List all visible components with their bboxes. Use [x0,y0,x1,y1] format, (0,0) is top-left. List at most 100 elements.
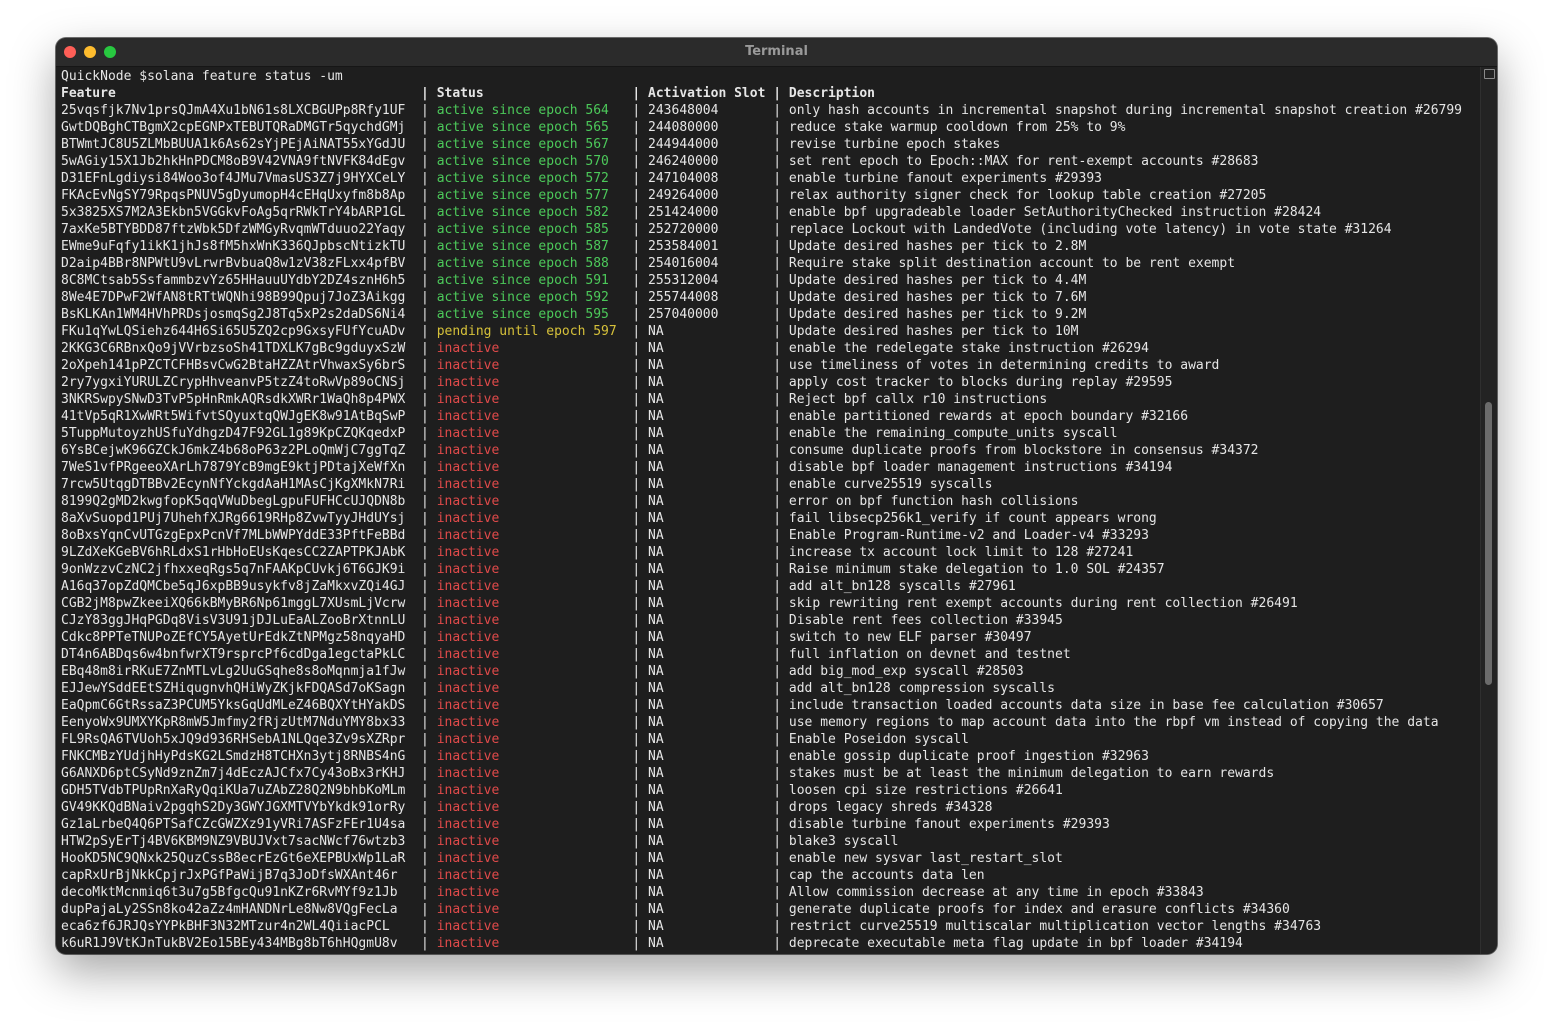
column-separator: | [765,409,789,424]
table-row: 3NKRSwpySNwD3TvP5pHnRmkAQRsdkXWRr1WaQh8p… [61,391,1479,408]
feature-status: inactive [436,885,625,900]
column-separator: | [624,647,649,662]
column-separator: | [413,749,437,764]
column-separator: | [413,664,437,679]
feature-status: inactive [436,375,625,390]
feature-description: drops legacy shreds #34328 [788,800,993,815]
feature-id: capRxUrBjNkkCpjrJxPGfPaWijB7q3JoDfsWXAnt… [61,868,414,883]
feature-status: inactive [436,596,625,611]
column-separator: | [413,426,437,441]
column-separator: | [765,715,789,730]
feature-status: inactive [436,579,625,594]
title-bar[interactable]: Terminal [56,38,1497,67]
column-separator: | [624,562,649,577]
column-separator: | [413,817,437,832]
scrollbar[interactable] [1480,67,1497,954]
feature-description: enable bpf upgradeable loader SetAuthori… [788,205,1322,220]
feature-status: inactive [436,783,625,798]
feature-description: blake3 syscall [788,834,899,849]
feature-description: restrict curve25519 multiscalar multipli… [788,919,1322,934]
feature-id: 9LZdXeKGeBV6hRLdxS1rHbHoEUsKqesCC2ZAPTPK… [61,545,414,560]
scroll-thumb[interactable] [1485,402,1492,685]
table-row: FNKCMBzYUdjhHyPdsKG2LSmdzH8TCHXn3ytj8RNB… [61,748,1479,765]
column-separator: | [413,868,437,883]
column-separator: | [624,324,649,339]
table-row: 5x3825XS7M2A3Ekbn5VGGkvFoAg5qrRWkTrY4bAR… [61,204,1479,221]
column-separator: | [765,851,789,866]
activation-slot: 255312004 [648,273,766,288]
table-row: EaQpmC6GtRssaZ3PCUM5YksGqUdMLeZ46BQXYtHY… [61,697,1479,714]
column-separator: | [413,596,437,611]
feature-status: inactive [436,834,625,849]
feature-status: active since epoch 595 [436,307,625,322]
activation-slot: 251424000 [648,205,766,220]
feature-description: include transaction loaded accounts data… [788,698,1384,713]
activation-slot: NA [648,698,766,713]
feature-status: active since epoch 572 [436,171,625,186]
column-separator: | [624,120,649,135]
column-separator: | [765,885,789,900]
table-row: 6YsBCejwK96GZCkJ6mkZ4b68oP63z2PLoQmWjC7g… [61,442,1479,459]
column-separator: | [413,698,437,713]
column-separator: | [413,154,437,169]
activation-slot: NA [648,494,766,509]
feature-id: EaQpmC6GtRssaZ3PCUM5YksGqUdMLeZ46BQXYtHY… [61,698,414,713]
feature-status: active since epoch 565 [436,120,625,135]
feature-id: HooKD5NC9QNxk25QuzCssB8ecrEzGt6eXEPBUxWp… [61,851,414,866]
column-separator: | [624,783,649,798]
activation-slot: 255744008 [648,290,766,305]
feature-status: inactive [436,409,625,424]
column-separator: | [624,715,649,730]
column-separator: | [413,579,437,594]
feature-id: 8C8MCtsab5SsfammbzvYz65HHauuUYdbY2DZ4szn… [61,273,414,288]
column-separator: | [624,222,649,237]
table-row: HTW2pSyErTj4BV6KBM9NZ9VBUJVxt7sacNWcf76w… [61,833,1479,850]
feature-id: D31EFnLgdiysi84Woo3of4JMu7VmasUS3Z7j9HYX… [61,171,414,186]
column-separator: | [624,749,649,764]
column-separator: | [624,885,649,900]
feature-id: 5TuppMutoyzhUSfuYdhgzD47F92GL1g89KpCZQKq… [61,426,414,441]
column-separator: | [624,528,649,543]
feature-id: FNKCMBzYUdjhHyPdsKG2LSmdzH8TCHXn3ytj8RNB… [61,749,414,764]
column-separator: | [765,137,789,152]
table-row: 8oBxsYqnCvUTGzgEpxPcnVf7MLbWWPYddE33PftF… [61,527,1479,544]
column-separator: | [624,545,649,560]
feature-id: 7axKe5BTYBDD87ftzWbk5DfzWMGyRvqmWTduuo22… [61,222,414,237]
column-separator: | [765,103,789,118]
table-row: FL9RsQA6TVUoh5xJQ9d936RHSebA1NLQqe3Zv9sX… [61,731,1479,748]
feature-status: inactive [436,681,625,696]
column-separator: | [624,290,649,305]
feature-description: generate duplicate proofs for index and … [788,902,1290,917]
column-separator: | [413,528,437,543]
feature-description: Disable rent fees collection #33945 [788,613,1063,628]
feature-description: error on bpf function hash collisions [788,494,1079,509]
column-separator: | [765,579,789,594]
column-separator: | [624,443,649,458]
scrollbar-toggle-icon[interactable] [1484,69,1495,79]
column-separator: | [624,732,649,747]
feature-description: revise turbine epoch stakes [788,137,1001,152]
feature-id: dupPajaLy2SSn8ko42aZz4mHANDNrLe8Nw8VQgFe… [61,902,414,917]
feature-description: Update desired hashes per tick to 10M [788,324,1079,339]
activation-slot: NA [648,749,766,764]
column-separator: | [765,783,789,798]
column-separator: | [413,256,437,271]
column-separator: | [624,239,649,254]
terminal-output[interactable]: QuickNode $solana feature status -um Fea… [61,68,1479,954]
activation-slot: NA [648,766,766,781]
column-separator: | [765,562,789,577]
column-separator: | [624,800,649,815]
feature-id: EWme9uFqfy1ikK1jhJs8fM5hxWnK336QJpbscNti… [61,239,414,254]
feature-status: inactive [436,749,625,764]
feature-status: active since epoch 582 [436,205,625,220]
feature-status: inactive [436,494,625,509]
feature-description: enable gossip duplicate proof ingestion … [788,749,1149,764]
feature-id: FKAcEvNgSY79RpqsPNUV5gDyumopH4cEHqUxyfm8… [61,188,414,203]
column-separator: | [765,596,789,611]
column-separator: | [624,460,649,475]
column-separator: | [765,698,789,713]
feature-description: replace Lockout with LandedVote (includi… [788,222,1392,237]
activation-slot: NA [648,409,766,424]
feature-id: HTW2pSyErTj4BV6KBM9NZ9VBUJVxt7sacNWcf76w… [61,834,414,849]
feature-status: inactive [436,460,625,475]
